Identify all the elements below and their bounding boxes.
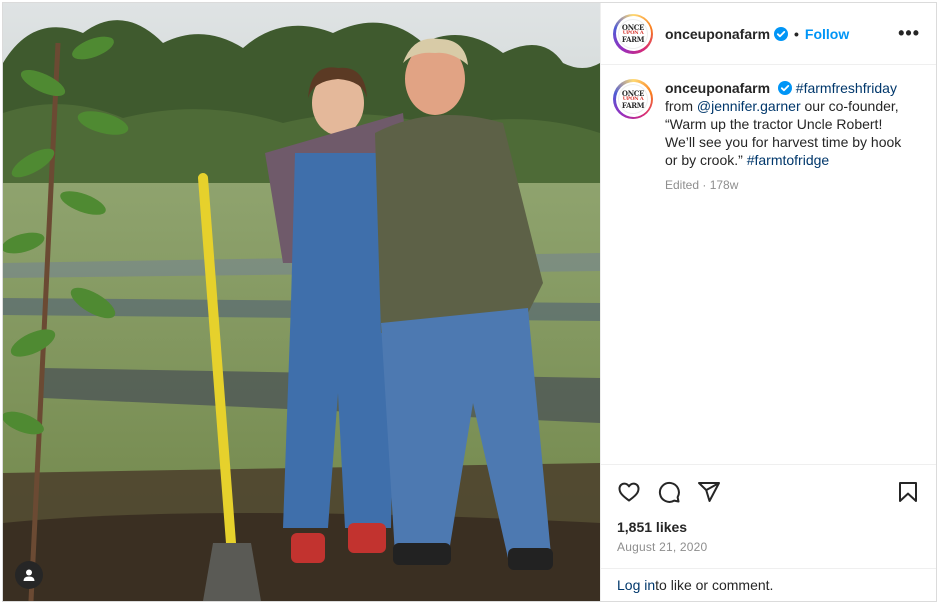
post-date[interactable]: August 21, 2020 [617, 540, 920, 554]
user-tag-icon[interactable] [15, 561, 43, 589]
login-prompt: Log in to like or comment. [601, 568, 936, 601]
login-link[interactable]: Log in [617, 577, 655, 593]
caption-avatar[interactable]: ONCE UPON A FARM [613, 79, 653, 119]
logo-line-3: FARM [621, 100, 645, 110]
mention-link[interactable]: @jennifer.garner [697, 98, 801, 114]
heart-icon[interactable] [617, 480, 641, 504]
verified-icon [774, 26, 789, 41]
post-dialog: ONCE UPON A FARM onceuponafarm • Follow … [2, 2, 937, 602]
post-header: ONCE UPON A FARM onceuponafarm • Follow … [601, 3, 936, 65]
farm-logo-icon: ONCE UPON A FARM [618, 18, 648, 49]
comment-icon[interactable] [657, 480, 681, 504]
farm-logo-icon: ONCE UPON A FARM [618, 84, 648, 114]
farm-photo-illustration [3, 3, 600, 601]
hashtag-link[interactable]: #farmtofridge [747, 152, 829, 168]
caption-text: onceuponafarm #farmfreshfriday from @jen… [665, 79, 907, 464]
post-photo[interactable] [3, 3, 600, 601]
caption: ONCE UPON A FARM onceuponafarm #farmfres… [601, 65, 936, 464]
logo-line-3: FARM [621, 35, 645, 44]
caption-meta: Edited · 178w [665, 178, 739, 192]
caption-from: from [665, 98, 693, 114]
hashtag-link[interactable]: #farmfreshfriday [796, 80, 897, 96]
action-bar: 1,851 likes August 21, 2020 [601, 464, 936, 554]
login-prompt-text: to like or comment. [655, 577, 774, 593]
separator-dot: • [794, 25, 799, 42]
save-icon[interactable] [896, 480, 920, 504]
caption-username[interactable]: onceuponafarm [665, 80, 770, 96]
follow-button[interactable]: Follow [805, 26, 849, 42]
likes-count[interactable]: 1,851 likes [617, 519, 920, 535]
post-side-panel: ONCE UPON A FARM onceuponafarm • Follow … [600, 3, 936, 601]
header-username[interactable]: onceuponafarm [665, 26, 770, 42]
avatar[interactable]: ONCE UPON A FARM [613, 13, 653, 54]
more-icon[interactable]: ••• [898, 23, 920, 44]
verified-icon [777, 81, 792, 95]
share-icon[interactable] [697, 480, 721, 504]
